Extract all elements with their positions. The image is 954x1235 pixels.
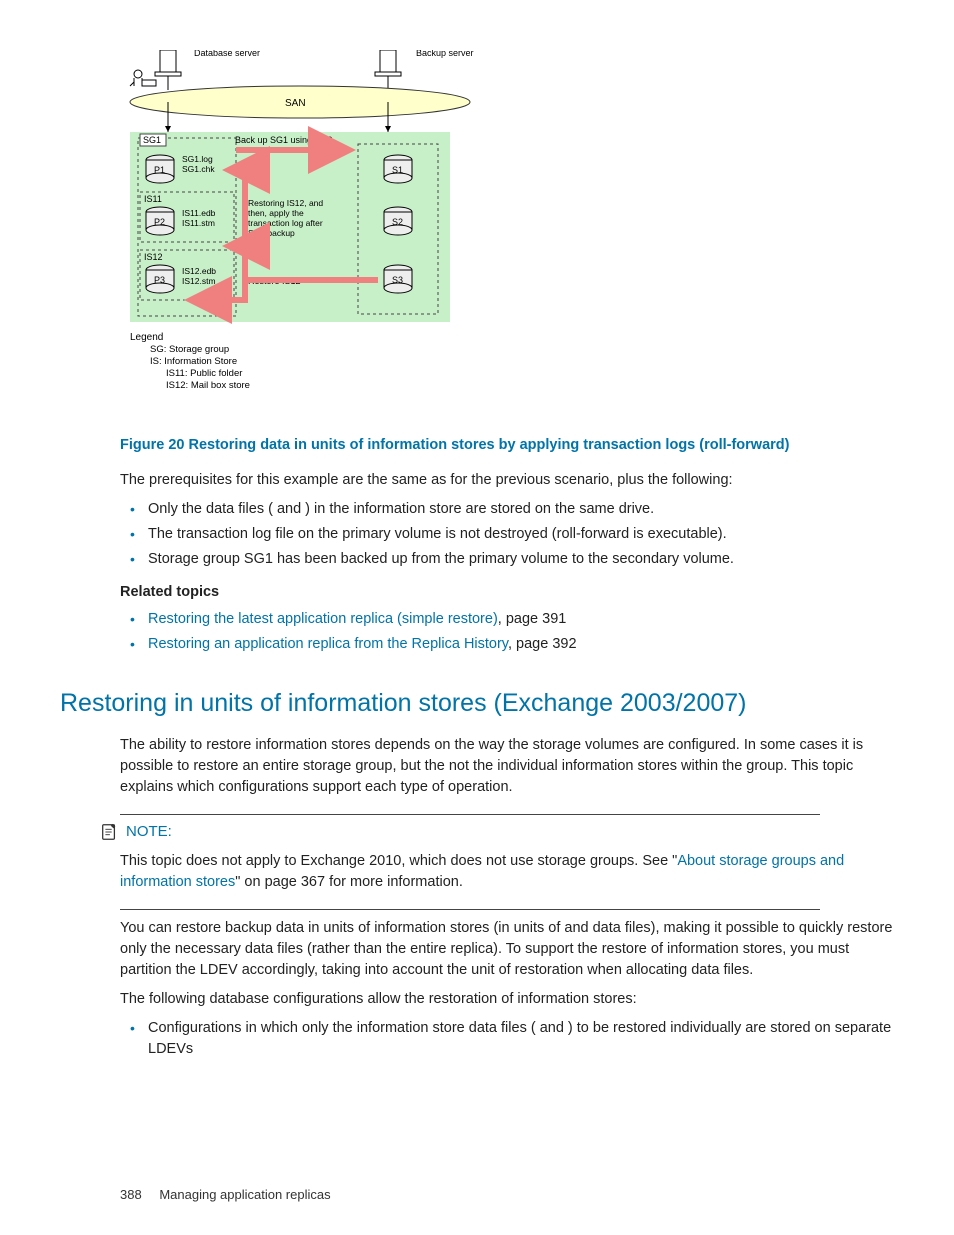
- svg-text:S2: S2: [392, 217, 403, 227]
- svg-text:S1: S1: [392, 165, 403, 175]
- page: Database server Backup server SAN: [0, 0, 954, 1235]
- para-following: The following database configurations al…: [120, 989, 894, 1010]
- prereq-intro: The prerequisites for this example are t…: [120, 470, 894, 491]
- page-footer: 388 Managing application replicas: [120, 1186, 331, 1205]
- p3-files: IS12.edbIS12.stm: [182, 266, 216, 286]
- p2-files: IS11.edbIS11.stm: [182, 208, 216, 228]
- svg-text:P2: P2: [154, 217, 165, 227]
- p3-cylinder: P3: [146, 265, 174, 293]
- related-suffix: , page 392: [508, 636, 577, 652]
- related-topics-heading: Related topics: [120, 582, 894, 603]
- note-body-pre: This topic does not apply to Exchange 20…: [120, 853, 677, 869]
- list-item: Only the data files ( and ) in the infor…: [148, 499, 894, 520]
- s2-cylinder: S2: [384, 207, 412, 235]
- user-icon: [134, 70, 142, 78]
- note-body-post: " on page 367 for more information.: [235, 874, 463, 890]
- related-suffix: , page 391: [498, 611, 567, 627]
- is11-label: IS11: [144, 194, 162, 204]
- legend-is12: IS12: Mail box store: [166, 380, 250, 391]
- page-number: 388: [120, 1187, 142, 1202]
- note-body: This topic does not apply to Exchange 20…: [120, 851, 894, 893]
- note-divider-top: [120, 814, 820, 815]
- legend-is11: IS11: Public folder: [166, 368, 242, 379]
- svg-text:S3: S3: [392, 275, 403, 285]
- related-link[interactable]: Restoring the latest application replica…: [148, 611, 498, 627]
- legend-title: Legend: [130, 332, 163, 343]
- list-item: Restoring the latest application replica…: [148, 609, 894, 630]
- db-server-label: Database server: [194, 50, 260, 58]
- config-list: Configurations in which only the informa…: [60, 1018, 894, 1060]
- list-item: Storage group SG1 has been backed up fro…: [148, 549, 894, 570]
- note-icon: [100, 823, 118, 841]
- diagram-svg: Database server Backup server SAN: [120, 50, 500, 410]
- p2-cylinder: P2: [146, 207, 174, 235]
- para-restore: You can restore backup data in units of …: [120, 918, 894, 981]
- is12-label: IS12: [144, 252, 163, 262]
- note-label: NOTE:: [126, 821, 172, 843]
- related-link[interactable]: Restoring an application replica from th…: [148, 636, 508, 652]
- list-item: The transaction log file on the primary …: [148, 524, 894, 545]
- svg-text:P1: P1: [154, 165, 165, 175]
- section-intro: The ability to restore information store…: [120, 735, 894, 798]
- backup-server-icon: [375, 50, 401, 90]
- legend-sg: SG: Storage group: [150, 344, 229, 355]
- legend-is: IS: Information Store: [150, 356, 237, 367]
- keyboard-icon: [142, 80, 156, 86]
- svg-text:P3: P3: [154, 275, 165, 285]
- list-item: Configurations in which only the informa…: [148, 1018, 894, 1060]
- database-server-icon: [155, 50, 181, 90]
- s3-cylinder: S3: [384, 265, 412, 293]
- note-header: NOTE:: [100, 821, 894, 843]
- prereq-list: Only the data files ( and ) in the infor…: [60, 499, 894, 570]
- list-item: Restoring an application replica from th…: [148, 634, 894, 655]
- sg1-label: SG1: [143, 135, 161, 145]
- footer-text: Managing application replicas: [159, 1187, 330, 1202]
- note-divider-bottom: [120, 909, 820, 910]
- san-label: SAN: [285, 98, 306, 109]
- figure-caption: Figure 20 Restoring data in units of inf…: [120, 435, 894, 456]
- figure-20: Database server Backup server SAN: [120, 50, 894, 417]
- backup-vss-label: Back up SG1 using VSS: [235, 135, 333, 145]
- backup-server-label: Backup server: [416, 50, 474, 58]
- p1-cylinder: P1: [146, 155, 174, 183]
- section-heading: Restoring in units of information stores…: [60, 685, 894, 721]
- related-topics-list: Restoring the latest application replica…: [60, 609, 894, 655]
- s1-cylinder: S1: [384, 155, 412, 183]
- p1-files: SG1.logSG1.chk: [182, 154, 215, 174]
